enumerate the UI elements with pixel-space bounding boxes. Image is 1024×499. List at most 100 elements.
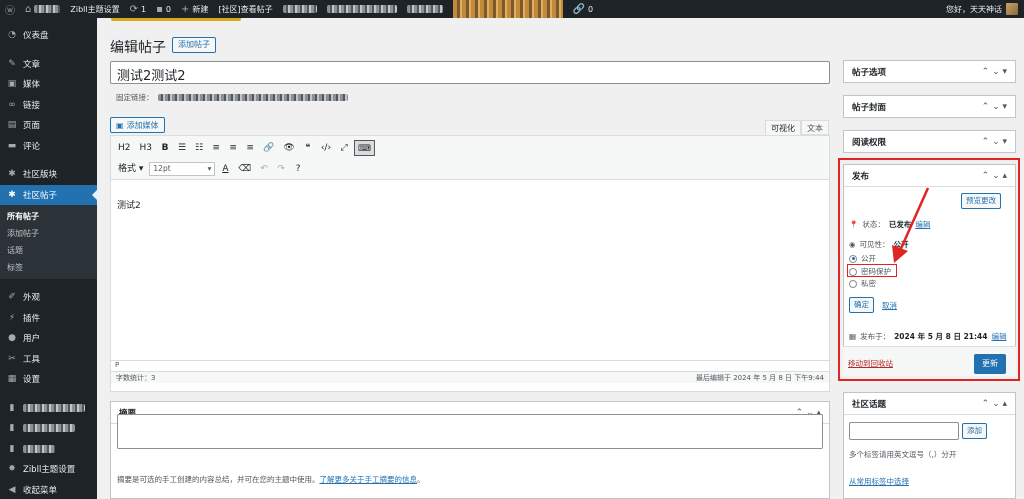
user-icon: ●: [8, 333, 16, 344]
read-permission-panel[interactable]: 阅读权限 ⌃ ⌄ ▾: [843, 130, 1016, 153]
tag-hint: 多个标签请用英文逗号（,）分开: [849, 450, 957, 459]
excerpt-help-link[interactable]: 了解更多关于手工摘要的信息: [320, 475, 418, 484]
sidebar-item-tools[interactable]: ✂ 工具: [0, 349, 97, 370]
sidebar-item-posts[interactable]: ✎ 文章: [0, 54, 97, 75]
font-size-select[interactable]: 12pt ▾: [149, 162, 216, 176]
text-color-icon[interactable]: A: [218, 161, 232, 177]
fullscreen-icon[interactable]: ⤢: [337, 140, 351, 156]
refresh-icon: ⟳: [129, 3, 138, 15]
sidebar-separator: [0, 46, 97, 54]
comments-link[interactable]: ▪ 0: [151, 0, 176, 18]
add-tag-button[interactable]: 添加: [962, 423, 987, 439]
redo-icon[interactable]: ↷: [274, 161, 288, 177]
blurred-text: [326, 5, 397, 13]
post-cover-panel[interactable]: 帖子封面 ⌃ ⌄ ▾: [843, 95, 1016, 118]
submenu-tags[interactable]: 标签: [0, 259, 97, 276]
read-permission-header[interactable]: 阅读权限 ⌃ ⌄ ▾: [844, 131, 1015, 153]
tab-text[interactable]: 文本: [801, 120, 829, 135]
numbered-list-icon[interactable]: ☷: [192, 140, 206, 156]
sidebar-item-pages[interactable]: ▤ 页面: [0, 115, 97, 136]
sidebar-item-forum-posts[interactable]: ✱ 社区帖子: [0, 184, 97, 205]
sidebar-item-blurred-1[interactable]: ▮: [0, 398, 97, 419]
sidebar-separator: [0, 390, 97, 398]
heading3-button[interactable]: H3: [137, 140, 156, 156]
permalink: 固定链接：: [116, 92, 348, 103]
tab-visual[interactable]: 可视化: [765, 120, 801, 135]
sidebar-item-media[interactable]: ▣ 媒体: [0, 74, 97, 95]
sidebar-item-plugins[interactable]: ⚡ 插件: [0, 308, 97, 329]
align-center-icon[interactable]: ≡: [226, 140, 240, 156]
excerpt-textarea[interactable]: [117, 414, 823, 449]
notice-strip: [111, 18, 241, 21]
forum-topics-header[interactable]: 社区话题 ⌃ ⌄ ▴: [844, 393, 1015, 415]
editor-content[interactable]: 测试2: [111, 180, 829, 360]
heading2-button[interactable]: H2: [115, 140, 134, 156]
submenu-add-post[interactable]: 添加帖子: [0, 225, 97, 242]
sidebar-item-appearance[interactable]: ✐ 外观: [0, 287, 97, 308]
bullet-list-icon[interactable]: ☰: [175, 140, 189, 156]
tag-input[interactable]: [849, 422, 959, 440]
bold-button[interactable]: B: [158, 140, 172, 156]
blurred-text: [406, 5, 443, 13]
sidebar-item-label: 插件: [23, 313, 41, 324]
panel-controls[interactable]: ⌃ ⌄ ▾: [982, 102, 1015, 112]
link-icon[interactable]: 🔗: [260, 140, 277, 156]
sidebar-item-blurred-3[interactable]: ▮: [0, 439, 97, 460]
toolbar-row-1: H2 H3 B ☰ ☷ ≡ ≡ ≡ 🔗 👁 ❝ ‹/› ⤢ ⌨: [115, 139, 825, 157]
add-media-button[interactable]: ▣ 添加媒体: [110, 117, 165, 133]
quote-icon[interactable]: ❝: [301, 140, 315, 156]
panel-controls[interactable]: ⌃ ⌄ ▾: [982, 137, 1015, 147]
sidebar-item-dashboard[interactable]: ◔ 仪表盘: [0, 25, 97, 46]
post-cover-header[interactable]: 帖子封面 ⌃ ⌄ ▾: [844, 96, 1015, 118]
align-left-icon[interactable]: ≡: [209, 140, 223, 156]
sidebar-item-blurred-2[interactable]: ▮: [0, 418, 97, 439]
post-options-panel[interactable]: 帖子选项 ⌃ ⌄ ▾: [843, 60, 1016, 83]
links-counter[interactable]: 🔗 0: [568, 0, 599, 18]
new-label: 新建: [192, 4, 209, 14]
panel-controls[interactable]: ⌃ ⌄ ▾: [982, 67, 1015, 77]
site-name-menu[interactable]: ⌂: [20, 0, 65, 18]
blurred-menu-4[interactable]: [448, 0, 568, 18]
help-icon[interactable]: ?: [291, 161, 305, 177]
account-menu[interactable]: 您好，天天神话: [946, 3, 1024, 15]
sidebar-collapse-menu[interactable]: ◀ 收起菜单: [0, 480, 97, 499]
links-count: 0: [588, 4, 594, 14]
align-right-icon[interactable]: ≡: [243, 140, 257, 156]
code-icon[interactable]: ‹/›: [318, 140, 334, 156]
editor-tabs: 可视化 文本: [765, 120, 829, 135]
blurred-menu-2[interactable]: [322, 0, 402, 18]
dashboard-icon: ◔: [8, 30, 16, 41]
toolbar-toggle-icon[interactable]: ⌨: [354, 140, 376, 156]
clear-format-icon[interactable]: ⌫: [235, 161, 254, 177]
panel-controls[interactable]: ⌃ ⌄ ▴: [982, 399, 1015, 409]
hide-content-icon[interactable]: 👁: [280, 140, 297, 156]
permalink-url[interactable]: [157, 94, 348, 101]
sidebar-item-zibll-settings[interactable]: ✸ Zibll主题设置: [0, 459, 97, 480]
format-select[interactable]: 格式 ▾: [115, 161, 146, 177]
post-title-input[interactable]: 测试2测试2: [110, 61, 830, 84]
choose-tags-link[interactable]: 从常用标签中选择: [849, 476, 909, 487]
add-post-button[interactable]: 添加帖子: [172, 37, 216, 53]
zibll-settings-link[interactable]: Zibll主题设置: [65, 0, 124, 18]
wp-logo-menu[interactable]: ⓦ: [0, 0, 20, 18]
excerpt-help: 摘要是可选的手工创建的内容总结，并可在您的主题中使用。了解更多关于手工摘要的信息…: [117, 474, 425, 485]
blurred-menu-3[interactable]: [402, 0, 448, 18]
sidebar-item-settings[interactable]: ▦ 设置: [0, 369, 97, 390]
comment-icon: ▬: [7, 140, 17, 151]
undo-icon[interactable]: ↶: [257, 161, 271, 177]
submenu-all-posts[interactable]: 所有帖子: [0, 208, 97, 225]
view-post-link[interactable]: [社区]查看帖子: [213, 0, 277, 18]
sidebar-item-links[interactable]: ∞ 链接: [0, 95, 97, 116]
wordpress-icon: ⓦ: [5, 5, 15, 17]
blurred-text: [23, 403, 85, 412]
sidebar-item-users[interactable]: ● 用户: [0, 328, 97, 349]
tool-icon: ✂: [8, 353, 16, 364]
submenu-topics[interactable]: 话题: [0, 242, 97, 259]
sidebar-item-forum-boards[interactable]: ✱ 社区版块: [0, 164, 97, 185]
sidebar-item-comments[interactable]: ▬ 评论: [0, 136, 97, 157]
post-options-header[interactable]: 帖子选项 ⌃ ⌄ ▾: [844, 61, 1015, 83]
new-content-menu[interactable]: + 新建: [176, 0, 213, 18]
updates-link[interactable]: ⟳ 1: [125, 0, 151, 18]
blurred-menu-1[interactable]: [278, 0, 322, 18]
blurred-icon: ▮: [9, 443, 15, 454]
